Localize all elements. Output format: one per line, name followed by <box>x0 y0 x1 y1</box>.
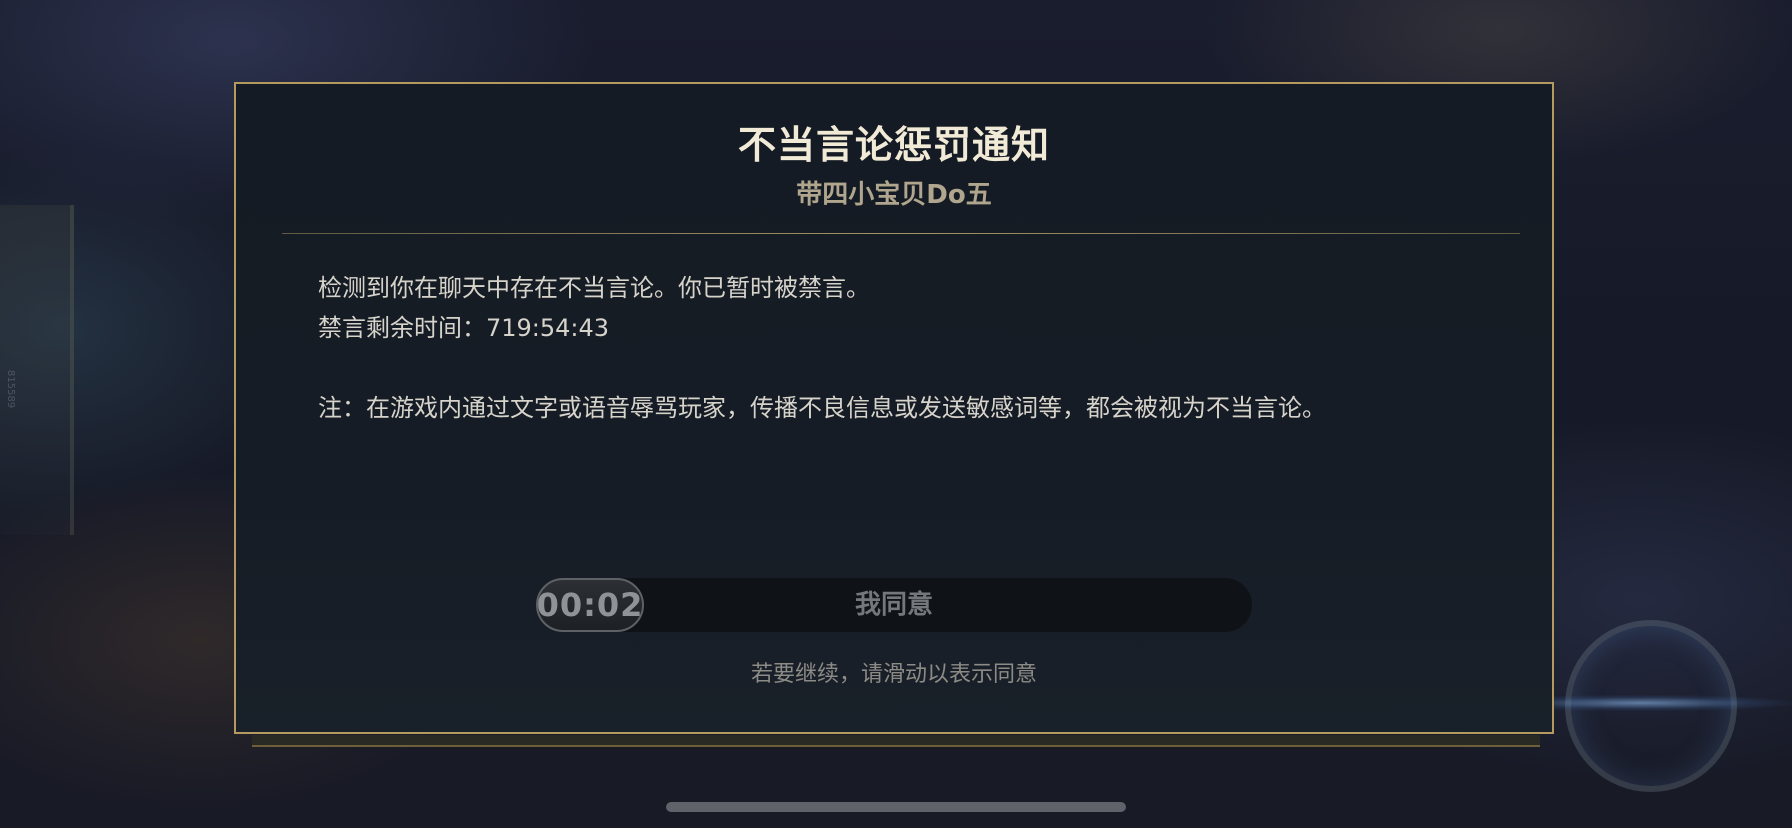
slider-knob[interactable]: 00:02 <box>536 578 644 632</box>
agree-label: 我同意 <box>854 590 933 620</box>
violation-message: 检测到你在聊天中存在不当言论。你已暂时被禁言。 <box>318 274 870 302</box>
title-divider <box>282 233 1520 234</box>
dialog-title: 不当言论惩罚通知 <box>737 123 1050 167</box>
background-side-tag: 815589 <box>5 370 16 409</box>
player-name: 带四小宝贝Do五 <box>796 180 992 210</box>
mute-remaining-time: 禁言剩余时间：719:54:43 <box>318 314 610 342</box>
agree-slider[interactable]: 00:02 我同意 <box>536 578 1252 632</box>
game-screen: 815589 不当言论惩罚通知 带四小宝贝Do五 检测到你在聊天中存在不当言论。… <box>0 0 1792 828</box>
countdown-timer: 00:02 <box>536 586 644 624</box>
dialog-base-shadow <box>252 735 1540 747</box>
penalty-notice-dialog: 不当言论惩罚通知 带四小宝贝Do五 检测到你在聊天中存在不当言论。你已暂时被禁言… <box>234 82 1554 734</box>
note-text: 注：在游戏内通过文字或语音辱骂玩家，传播不良信息或发送敏感词等，都会被视为不当言… <box>318 394 1326 422</box>
slide-hint: 若要继续，请滑动以表示同意 <box>750 662 1037 687</box>
home-indicator[interactable] <box>666 802 1126 812</box>
background-light-flare <box>1540 695 1792 711</box>
